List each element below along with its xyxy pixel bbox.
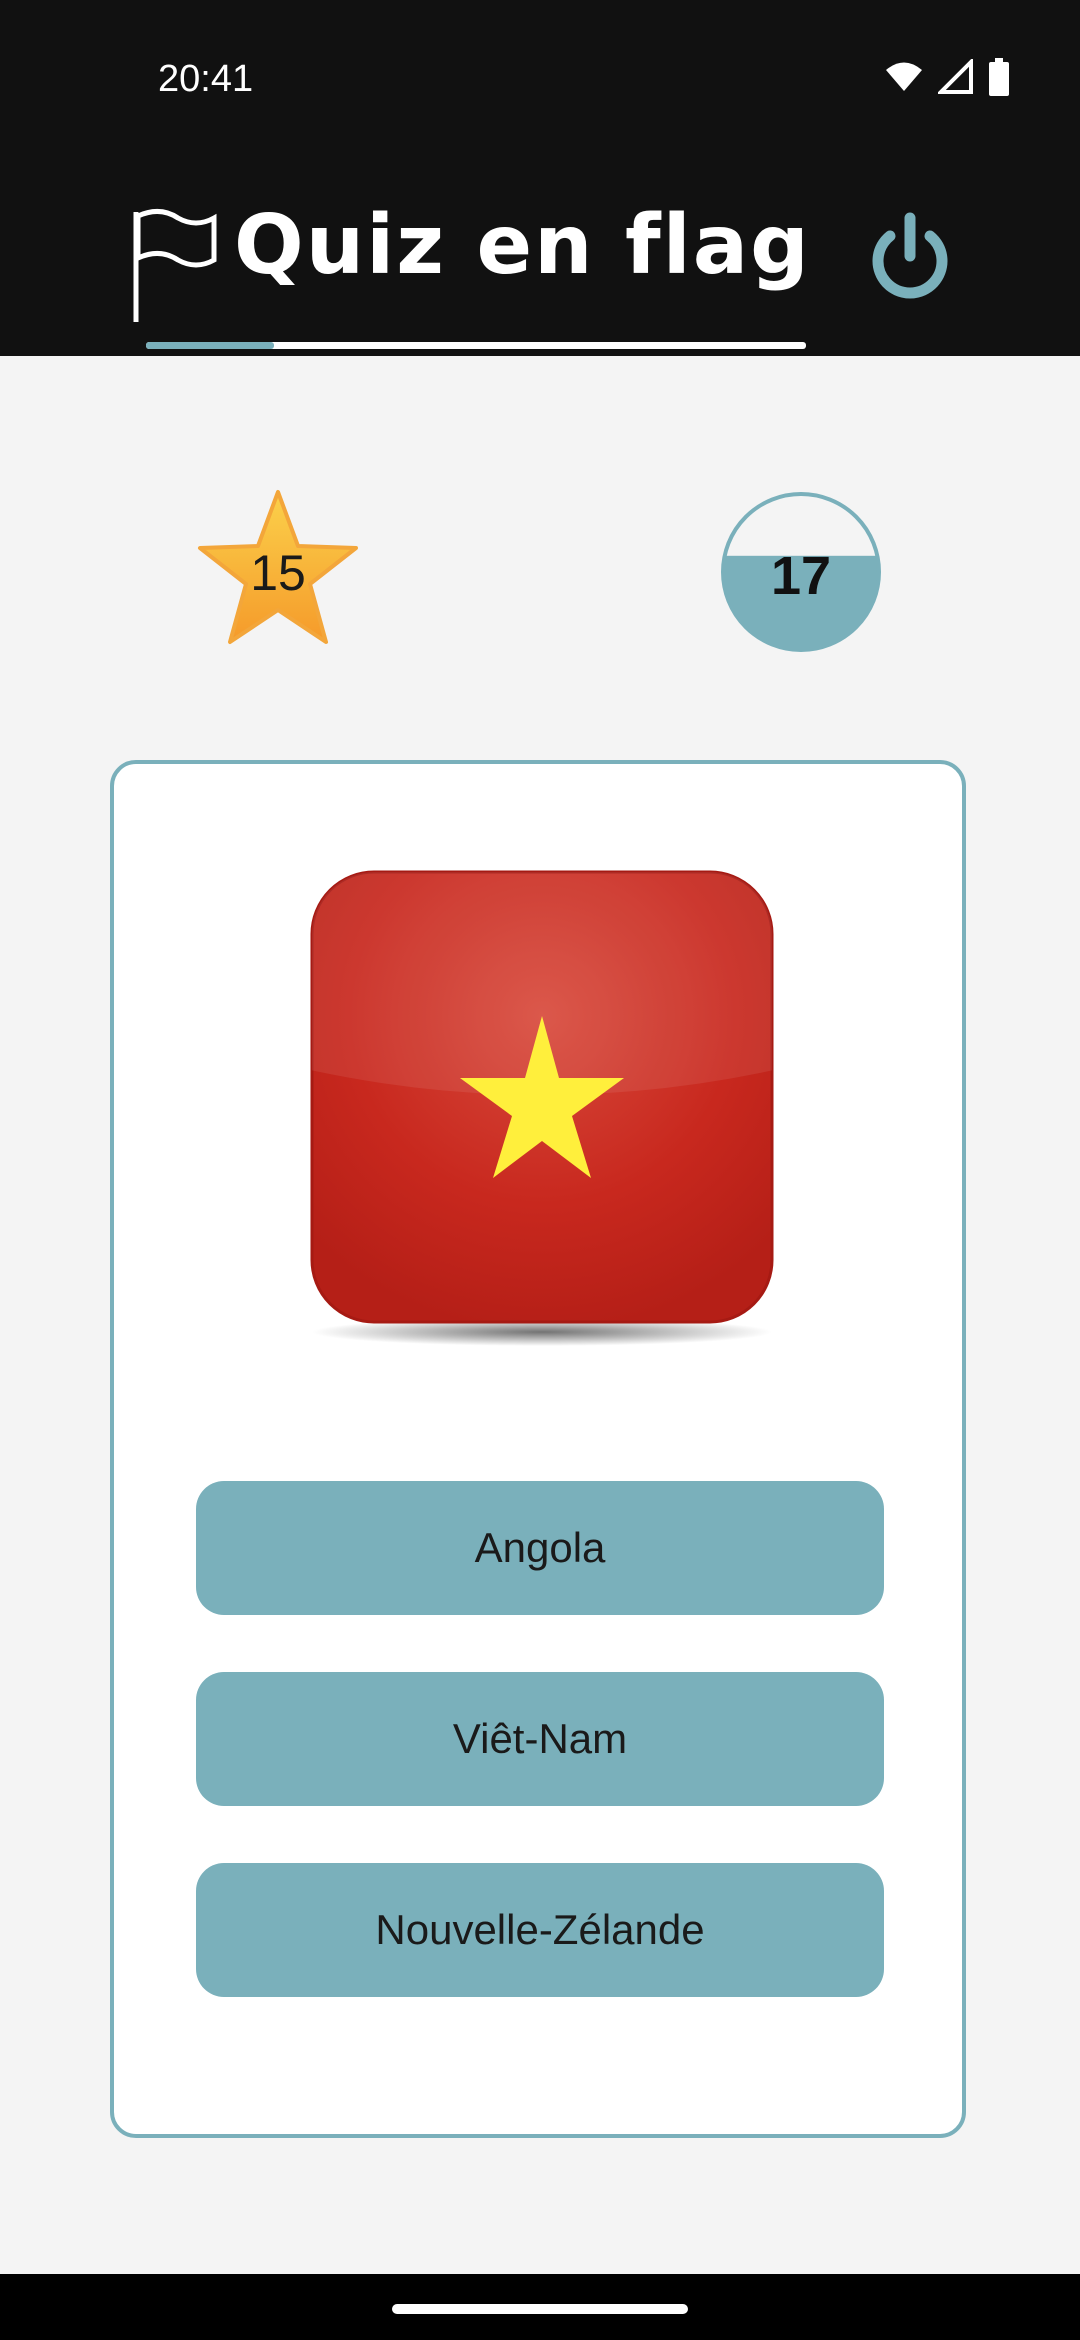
wifi-icon [884, 61, 924, 98]
score-value: 15 [250, 545, 306, 601]
battery-icon [988, 57, 1010, 101]
quiz-card: Angola Viêt-Nam Nouvelle-Zélande [110, 760, 966, 2138]
power-icon [860, 212, 960, 312]
answer-label: Angola [474, 1524, 606, 1571]
home-indicator[interactable] [392, 2304, 688, 2314]
status-time: 20:41 [158, 58, 254, 100]
timer-value: 17 [770, 546, 832, 606]
navigation-bar [0, 2274, 1080, 2340]
answer-label: Nouvelle-Zélande [375, 1906, 705, 1953]
status-bar: 20:41 [0, 0, 1080, 160]
vietnam-flag-icon [310, 870, 790, 1360]
flag-outline-icon [130, 208, 220, 331]
score-indicator: 15 [192, 486, 364, 658]
status-icons [884, 56, 1010, 101]
app-title: Quiz en flag [234, 198, 811, 293]
app-logo: Quiz en flag [130, 198, 820, 349]
answer-label: Viêt-Nam [452, 1715, 628, 1762]
power-button[interactable] [860, 208, 960, 308]
answer-button-1[interactable]: Angola [196, 1481, 884, 1615]
answer-button-2[interactable]: Viêt-Nam [196, 1672, 884, 1806]
answer-button-3[interactable]: Nouvelle-Zélande [196, 1863, 884, 1997]
app-header: Quiz en flag [0, 160, 1080, 356]
signal-icon [936, 56, 974, 100]
timer-indicator: 17 [720, 491, 882, 653]
